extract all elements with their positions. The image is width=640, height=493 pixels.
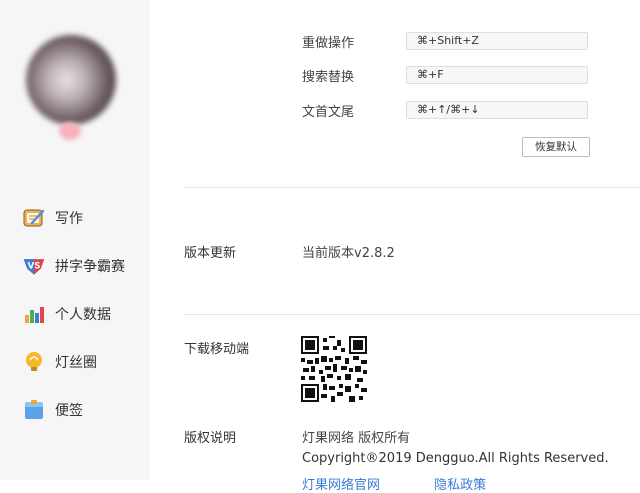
official-site-link[interactable]: 灯果网络官网	[302, 478, 380, 493]
qr-code-icon	[301, 336, 367, 402]
sidebar-item-circle[interactable]: 灯丝圈	[22, 349, 97, 375]
sidebar-item-label: 写作	[55, 211, 83, 227]
shortcut-row-search: 搜索替换 ⌘+F	[302, 66, 588, 85]
avatar[interactable]	[26, 35, 116, 125]
version-value: 当前版本v2.8.2	[302, 246, 395, 261]
copyright-notice: Copyright®2019 Dengguo.All Rights Reserv…	[302, 451, 609, 466]
note-icon	[22, 399, 46, 421]
writing-icon	[22, 207, 46, 229]
shortcut-label: 搜索替换	[302, 69, 355, 85]
shortcut-field-search[interactable]: ⌘+F	[406, 66, 588, 84]
sidebar-item-vs[interactable]: VS 拼字争霸赛	[22, 253, 125, 279]
shortcut-label: 文首文尾	[302, 104, 355, 120]
sidebar-item-writing[interactable]: 写作	[22, 205, 83, 231]
copyright-label: 版权说明	[184, 431, 237, 446]
shortcut-row-redo: 重做操作 ⌘+Shift+Z	[302, 32, 588, 51]
sidebar: 写作 VS 拼字争霸赛 个人数据 灯丝圈 便签	[0, 0, 150, 480]
sidebar-item-note[interactable]: 便签	[22, 397, 83, 423]
divider	[184, 314, 640, 315]
sidebar-item-data[interactable]: 个人数据	[22, 301, 111, 327]
sidebar-item-label: 便签	[55, 403, 83, 419]
shortcut-field-jump[interactable]: ⌘+↑/⌘+↓	[406, 101, 588, 119]
avatar-badge	[59, 122, 81, 140]
bulb-icon	[22, 351, 46, 373]
vs-icon: VS	[22, 255, 46, 277]
sidebar-item-label: 个人数据	[55, 307, 111, 323]
privacy-policy-link[interactable]: 隐私政策	[434, 478, 486, 493]
version-label: 版本更新	[184, 246, 237, 261]
sidebar-item-label: 灯丝圈	[55, 355, 97, 371]
settings-panel: 重做操作 ⌘+Shift+Z 搜索替换 ⌘+F 文首文尾 ⌘+↑/⌘+↓ 恢复默…	[150, 0, 640, 493]
sidebar-item-label: 拼字争霸赛	[55, 259, 125, 275]
reset-default-button[interactable]: 恢复默认	[522, 137, 590, 157]
footer-links: 灯果网络官网 隐私政策	[302, 474, 486, 493]
shortcut-label: 重做操作	[302, 35, 355, 51]
copyright-owner: 灯果网络 版权所有	[302, 431, 411, 446]
shortcut-row-jump: 文首文尾 ⌘+↑/⌘+↓	[302, 101, 588, 120]
bar-chart-icon	[22, 303, 46, 325]
divider	[184, 187, 640, 188]
download-label: 下载移动端	[184, 342, 250, 357]
shortcut-field-redo[interactable]: ⌘+Shift+Z	[406, 32, 588, 50]
svg-text:VS: VS	[28, 262, 41, 272]
